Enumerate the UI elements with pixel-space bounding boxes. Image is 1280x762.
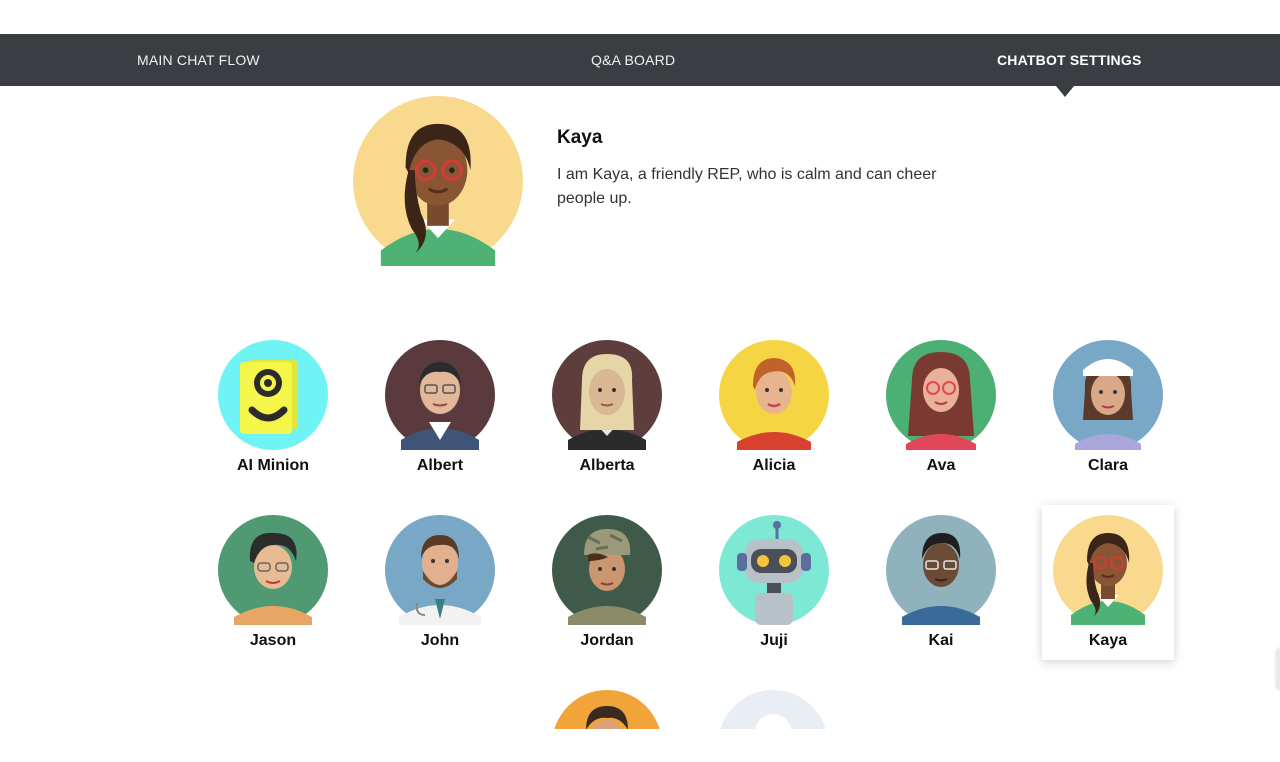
- kai-avatar-icon: [886, 515, 996, 625]
- avatar-option-kaya[interactable]: Kaya: [1042, 505, 1174, 660]
- avatar-option-alberta[interactable]: Alberta: [541, 330, 673, 485]
- selected-bot-name: Kaya: [557, 127, 603, 148]
- avatar-label: Ava: [926, 457, 956, 474]
- avatar-label: John: [420, 632, 460, 649]
- john-avatar-icon: [385, 515, 495, 625]
- avatar-option-ai-minion[interactable]: AI Minion: [207, 330, 339, 485]
- avatar-option-jason[interactable]: Jason: [207, 505, 339, 660]
- kaya-avatar-icon: [1053, 515, 1163, 625]
- alicia-avatar-icon: [719, 340, 829, 450]
- avatar-label: Juji: [760, 632, 788, 649]
- avatar-option-clara[interactable]: Clara: [1042, 330, 1174, 485]
- avatar-option-partial-placeholder[interactable]: [718, 690, 828, 729]
- top-navigation-bar: MAIN CHAT FLOW Q&A BOARD CHATBOT SETTING…: [0, 34, 1280, 86]
- avatar-option-kai[interactable]: Kai: [875, 505, 1007, 660]
- ava-avatar-icon: [886, 340, 996, 450]
- active-tab-caret-icon: [1056, 86, 1074, 97]
- side-handle[interactable]: [1276, 648, 1280, 690]
- clara-avatar-icon: [1053, 340, 1163, 450]
- orange-avatar-icon: [554, 690, 660, 729]
- avatar-label: Alicia: [752, 457, 796, 474]
- avatar-option-alicia[interactable]: Alicia: [708, 330, 840, 485]
- tab-main-chat-flow[interactable]: MAIN CHAT FLOW: [137, 34, 260, 86]
- avatar-option-john[interactable]: John: [374, 505, 506, 660]
- avatar-option-jordan[interactable]: Jordan: [541, 505, 673, 660]
- avatar-label: AI Minion: [237, 457, 309, 474]
- avatar-label: Alberta: [579, 457, 635, 474]
- albert-avatar-icon: [385, 340, 495, 450]
- jordan-avatar-icon: [552, 515, 662, 625]
- avatar-label: Kaya: [1088, 632, 1128, 649]
- alberta-avatar-icon: [552, 340, 662, 450]
- avatar-label: Jason: [249, 632, 297, 649]
- juji-avatar-icon: [719, 515, 829, 625]
- ai-minion-avatar-icon: [218, 340, 328, 450]
- avatar-option-ava[interactable]: Ava: [875, 330, 1007, 485]
- avatar-label: Clara: [1087, 457, 1129, 474]
- jason-avatar-icon: [218, 515, 328, 625]
- selected-avatar-kaya: [353, 96, 523, 266]
- selected-bot-description: I am Kaya, a friendly REP, who is calm a…: [557, 166, 937, 207]
- tab-qa-board[interactable]: Q&A BOARD: [591, 34, 675, 86]
- avatar-option-juji[interactable]: Juji: [708, 505, 840, 660]
- avatar-label: Kai: [928, 632, 954, 649]
- avatar-option-partial-orange[interactable]: [552, 690, 662, 729]
- avatar-label: Jordan: [580, 632, 634, 649]
- avatar-option-albert[interactable]: Albert: [374, 330, 506, 485]
- tab-chatbot-settings[interactable]: CHATBOT SETTINGS: [997, 34, 1142, 86]
- avatar-label: Albert: [416, 457, 464, 474]
- placeholder-avatar-icon: [720, 690, 826, 729]
